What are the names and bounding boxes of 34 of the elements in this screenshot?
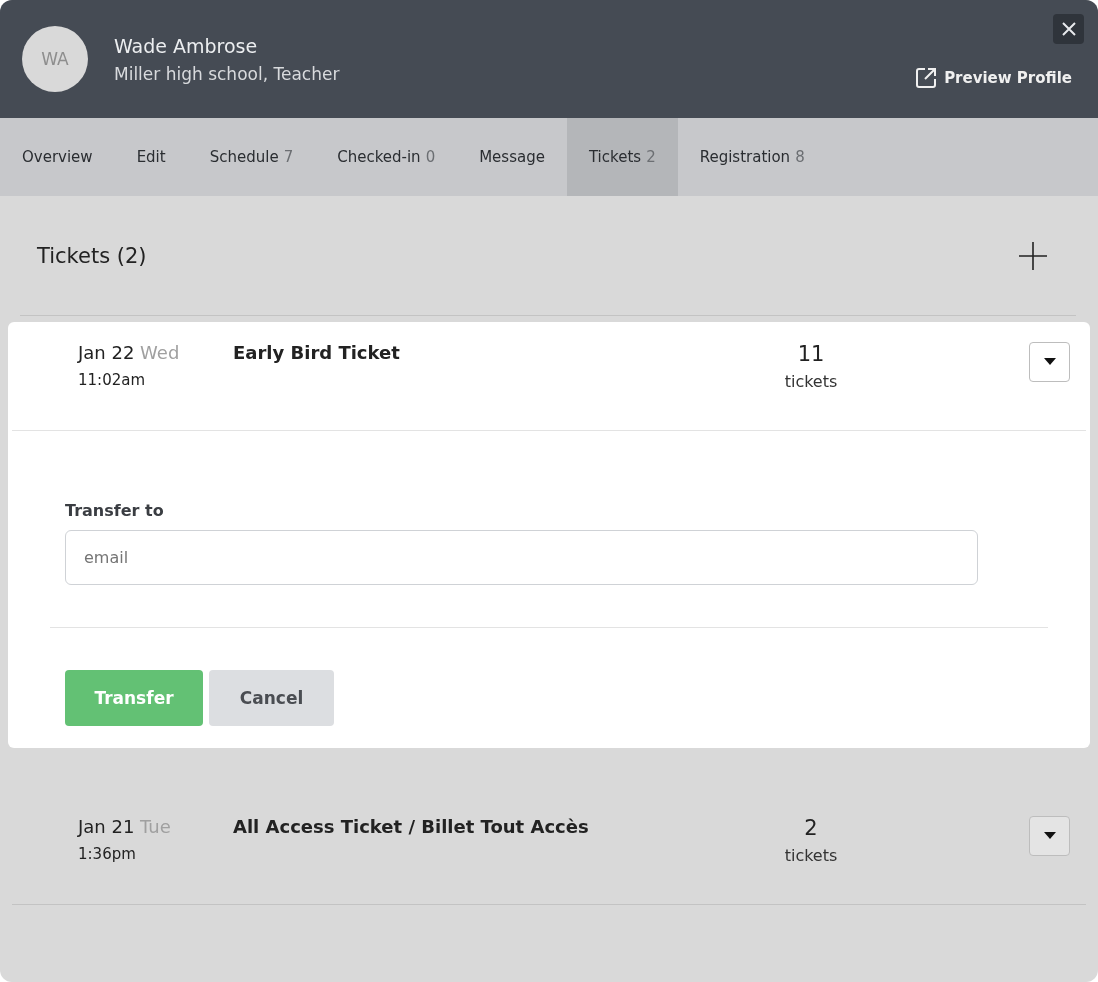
tab[interactable]: Overview — [0, 118, 115, 196]
avatar: WA — [22, 26, 88, 92]
cancel-button[interactable]: Cancel — [209, 670, 334, 726]
tab[interactable]: Message — [457, 118, 567, 196]
tab[interactable]: Checked-in 0 — [315, 118, 458, 196]
section-title: Tickets (2) — [37, 243, 147, 268]
external-link-icon — [914, 66, 939, 90]
preview-profile-link[interactable]: Preview Profile — [914, 66, 1072, 90]
field-label: Transfer to — [65, 501, 165, 520]
email-input-field[interactable]: email — [65, 530, 978, 585]
add-button[interactable] — [1018, 240, 1048, 271]
ticket-time: 1:36pm — [78, 845, 137, 863]
ticket-unit: tickets — [783, 846, 839, 865]
tab[interactable]: Tickets 2 — [566, 118, 678, 196]
profile-name: Wade Ambrose — [114, 34, 259, 57]
dropdown-button[interactable] — [1029, 342, 1070, 382]
ticket-name: All Access Ticket / Billet Tout Accès — [233, 816, 590, 837]
tab[interactable]: Registration 8 — [677, 118, 827, 196]
ticket-count: 2 — [803, 816, 819, 840]
tab[interactable]: Edit — [114, 118, 188, 196]
plus-icon — [1018, 240, 1048, 271]
tab[interactable]: Schedule 7 — [187, 118, 316, 196]
ticket-date: Jan 22 Wed — [78, 342, 181, 363]
caret-icon — [1043, 358, 1056, 366]
dropdown-button[interactable] — [1029, 816, 1070, 856]
close-icon — [1060, 21, 1077, 37]
ticket-time: 11:02am — [78, 371, 147, 389]
ticket-count: 11 — [796, 342, 826, 366]
close-button[interactable] — [1053, 14, 1084, 44]
ticket-unit: tickets — [783, 372, 839, 391]
ticket-name: Early Bird Ticket — [233, 342, 401, 363]
caret-icon — [1043, 832, 1056, 840]
profile-subtitle: Miller high school, Teacher — [114, 63, 340, 84]
ticket-date: Jan 21 Tue — [78, 816, 172, 837]
